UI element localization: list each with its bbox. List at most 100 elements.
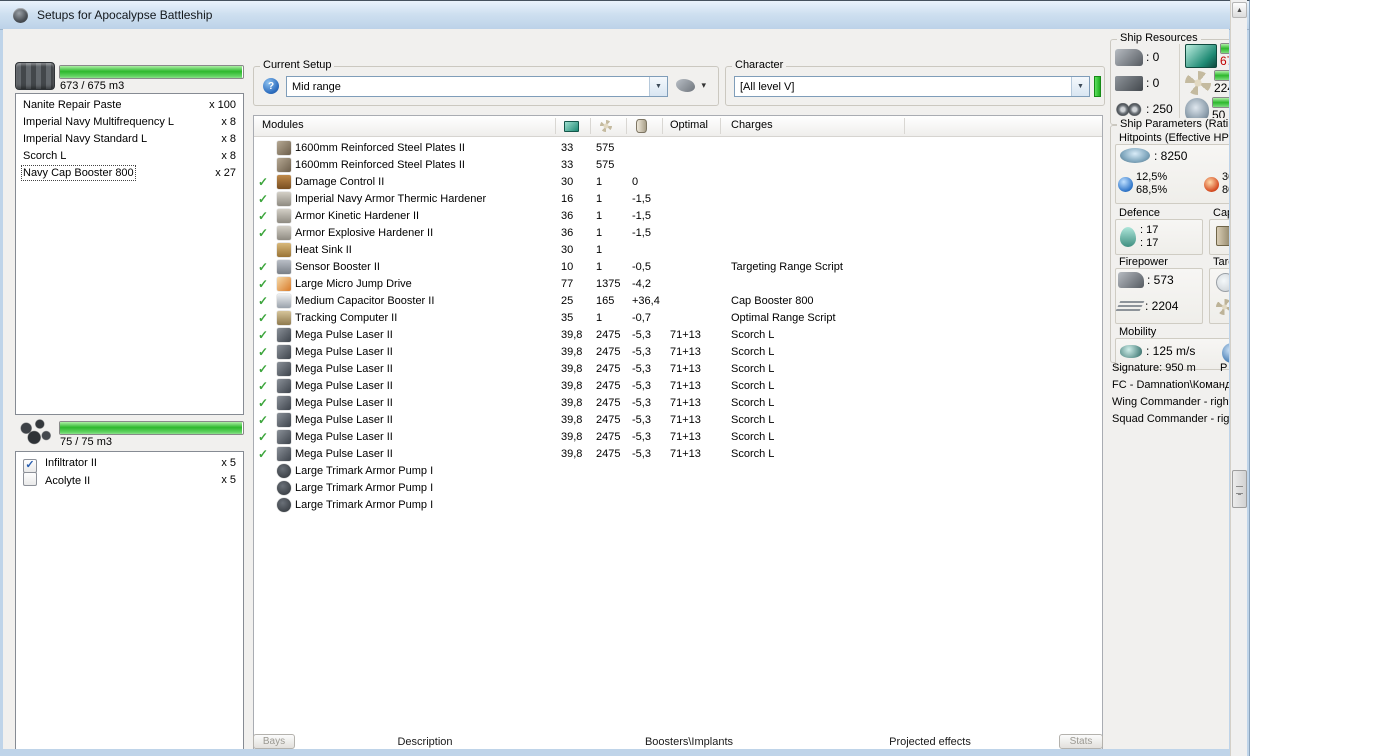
module-row[interactable]: Mega Pulse Laser II 39,8 2475 -5,3 71+13… <box>254 446 1102 463</box>
module-row[interactable]: Large Trimark Armor Pump I <box>254 463 1102 480</box>
module-row[interactable]: Damage Control II 30 1 0 <box>254 174 1102 191</box>
cargo-item-qty: x 8 <box>221 133 236 145</box>
drone-checkbox[interactable] <box>23 472 37 486</box>
squad-commander-note: Squad Commander - righ <box>1112 413 1229 425</box>
module-row[interactable]: Mega Pulse Laser II 39,8 2475 -5,3 71+13… <box>254 327 1102 344</box>
module-row[interactable]: Mega Pulse Laser II 39,8 2475 -5,3 71+13… <box>254 429 1102 446</box>
module-row[interactable]: Mega Pulse Laser II 39,8 2475 -5,3 71+13… <box>254 395 1102 412</box>
drone-item[interactable]: x 5 Infiltrator II <box>16 455 243 473</box>
module-powergrid: 575 <box>596 142 615 154</box>
cargo-item[interactable]: x 8 Scorch L <box>16 148 243 165</box>
section-description[interactable]: Description <box>363 736 487 748</box>
section-projected-effects[interactable]: Projected effects <box>849 736 1011 748</box>
module-cpu: 39,8 <box>561 329 583 341</box>
resist-value: 30% <box>1222 171 1229 183</box>
module-row[interactable]: Armor Explosive Hardener II 36 1 -1,5 <box>254 225 1102 242</box>
module-row[interactable]: Mega Pulse Laser II 39,8 2475 -5,3 71+13… <box>254 361 1102 378</box>
module-row[interactable]: 1600mm Reinforced Steel Plates II 33 575 <box>254 157 1102 174</box>
character-select[interactable]: [All level V] <box>734 76 1090 97</box>
module-cpu: 39,8 <box>561 431 583 443</box>
module-powergrid: 1 <box>596 244 603 256</box>
module-row[interactable]: Mega Pulse Laser II 39,8 2475 -5,3 71+13… <box>254 412 1102 429</box>
calibration-icon <box>1115 102 1143 116</box>
battery-icon <box>1216 226 1229 246</box>
module-cap-use: +36,4 <box>632 295 660 307</box>
module-row[interactable]: Tracking Computer II 35 1 -0,7 Optimal R… <box>254 310 1102 327</box>
defence-box: : 17 : 17 <box>1115 219 1203 255</box>
pulse-laser-icon <box>277 328 291 342</box>
usage-value: 679 <box>1220 54 1229 68</box>
module-charge: Scorch L <box>731 380 775 392</box>
scan-resolution-icon <box>1216 273 1229 292</box>
section-boosters-implants[interactable]: Boosters\Implants <box>608 736 770 748</box>
module-row[interactable]: Large Trimark Armor Pump I <box>254 480 1102 497</box>
module-powergrid: 1 <box>596 210 603 222</box>
ship-browser-button[interactable]: ▾ <box>676 78 706 94</box>
module-row[interactable]: Medium Capacitor Booster II 25 165 +36,4… <box>254 293 1102 310</box>
module-name: Damage Control II <box>295 176 385 188</box>
title-bar[interactable]: Setups for Apocalypse Battleship <box>0 1 1249 30</box>
module-cpu: 30 <box>561 244 574 256</box>
stats-button[interactable]: Stats <box>1059 734 1103 749</box>
help-icon[interactable] <box>263 78 279 94</box>
module-cap-use: -1,5 <box>632 210 651 222</box>
bays-button[interactable]: Bays <box>253 734 295 749</box>
drone-item-qty: x 5 <box>221 474 236 486</box>
armor-hardener-icon <box>277 192 291 206</box>
module-cap-use: -5,3 <box>632 448 651 460</box>
module-row[interactable]: Large Micro Jump Drive 77 1375 -4,2 <box>254 276 1102 293</box>
module-row[interactable]: Mega Pulse Laser II 39,8 2475 -5,3 71+13… <box>254 344 1102 361</box>
cargo-item-qty: x 100 <box>209 99 236 111</box>
module-name: Tracking Computer II <box>295 312 398 324</box>
drone-checkbox[interactable] <box>23 459 37 473</box>
module-charge: Scorch L <box>731 431 775 443</box>
module-row[interactable]: Heat Sink II 30 1 <box>254 242 1102 259</box>
scrollbar-thumb[interactable] <box>1232 470 1247 508</box>
drone-capacity-label: 75 / 75 m3 <box>60 436 112 448</box>
module-optimal: 71+13 <box>670 380 701 392</box>
micro-jump-drive-icon <box>277 277 291 291</box>
module-name: Mega Pulse Laser II <box>295 431 393 443</box>
cargo-item[interactable]: x 100 Nanite Repair Paste <box>16 97 243 114</box>
module-cpu: 35 <box>561 312 574 324</box>
module-name: 1600mm Reinforced Steel Plates II <box>295 159 465 171</box>
hardpoints-column: : 0 : 0 : 250 <box>1115 44 1177 122</box>
module-powergrid: 2475 <box>596 380 621 392</box>
modules-table-header[interactable]: Modules Optimal Charges <box>254 116 1102 137</box>
vertical-scrollbar[interactable] <box>1230 0 1247 756</box>
module-charge: Scorch L <box>731 414 775 426</box>
cpu-icon <box>1185 44 1217 68</box>
module-powergrid: 2475 <box>596 431 621 443</box>
speed-value: : 125 m/s <box>1146 344 1196 358</box>
module-optimal: 71+13 <box>670 363 701 375</box>
cargo-item[interactable]: x 8 Imperial Navy Multifrequency L <box>16 114 243 131</box>
module-row[interactable]: Sensor Booster II 10 1 -0,5 Targeting Ra… <box>254 259 1102 276</box>
scroll-up-arrow[interactable] <box>1232 2 1247 18</box>
active-check-icon <box>258 327 272 344</box>
cargo-item-qty: x 8 <box>221 150 236 162</box>
module-row[interactable]: 1600mm Reinforced Steel Plates II 33 575 <box>254 140 1102 157</box>
module-cpu: 36 <box>561 210 574 222</box>
module-row[interactable]: Armor Kinetic Hardener II 36 1 -1,5 <box>254 208 1102 225</box>
module-row[interactable]: Imperial Navy Armor Thermic Hardener 16 … <box>254 191 1102 208</box>
damage-control-icon <box>277 175 291 189</box>
module-row[interactable]: Large Trimark Armor Pump I <box>254 497 1102 514</box>
powergrid-icon <box>1185 71 1211 95</box>
module-charge: Targeting Range Script <box>731 261 843 273</box>
em-resist-icon <box>1118 176 1133 192</box>
cargo-item[interactable]: x 27 Navy Cap Booster 800 <box>16 165 243 182</box>
module-name: Mega Pulse Laser II <box>295 380 393 392</box>
module-cpu: 10 <box>561 261 574 273</box>
module-optimal: 71+13 <box>670 346 701 358</box>
powergrid-icon <box>600 120 612 132</box>
cargo-item[interactable]: x 8 Imperial Navy Standard L <box>16 131 243 148</box>
resist-value: 80,7% <box>1222 184 1229 196</box>
drone-item[interactable]: x 5 Acolyte II <box>16 472 243 489</box>
fc-note: FC - Damnation\Команд <box>1112 379 1229 391</box>
module-name: Imperial Navy Armor Thermic Hardener <box>295 193 487 205</box>
module-row[interactable]: Mega Pulse Laser II 39,8 2475 -5,3 71+13… <box>254 378 1102 395</box>
module-optimal: 71+13 <box>670 414 701 426</box>
active-check-icon <box>258 259 272 276</box>
setup-select[interactable]: Mid range <box>286 76 668 97</box>
pulse-laser-icon <box>277 430 291 444</box>
